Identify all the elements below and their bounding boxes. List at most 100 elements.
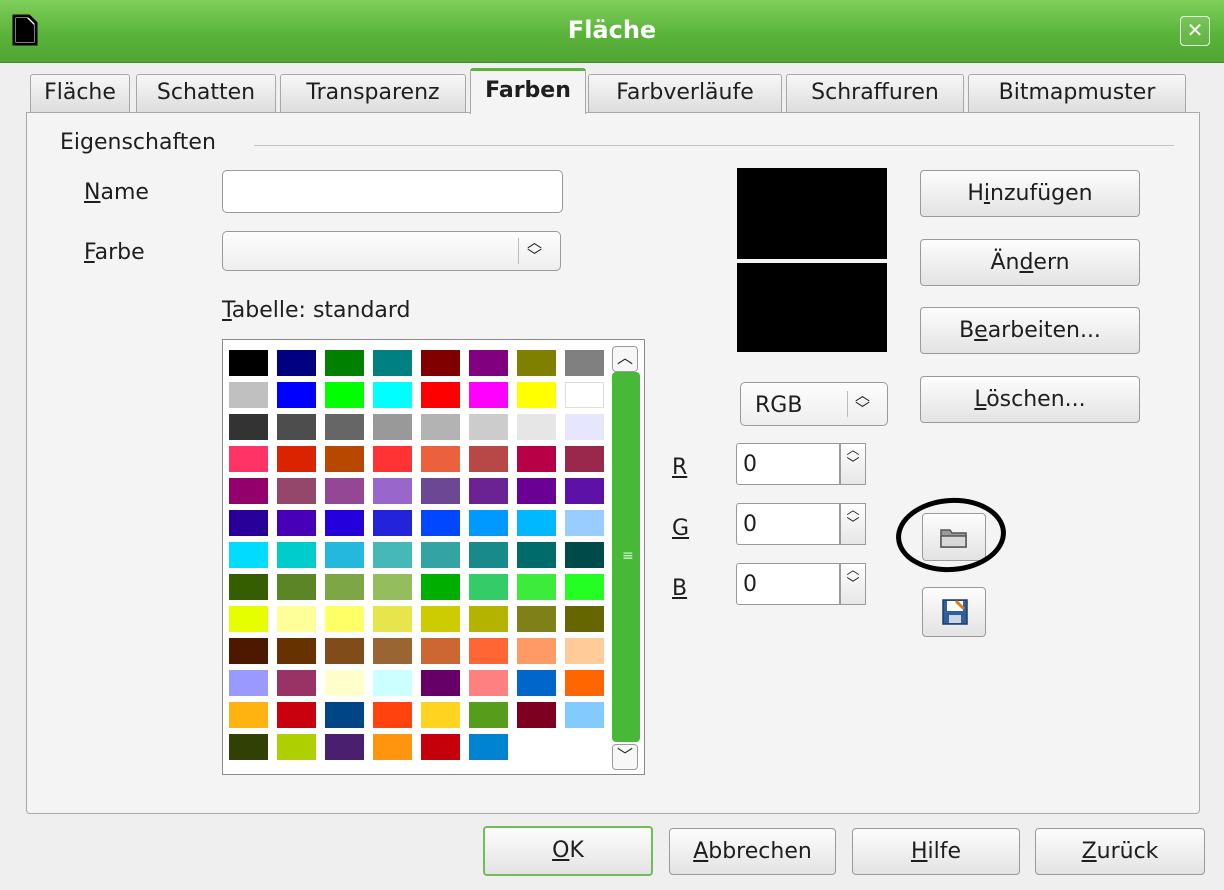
color-swatch[interactable] <box>421 510 460 536</box>
color-swatch[interactable] <box>565 446 604 472</box>
back-button[interactable]: Zurück <box>1035 828 1205 875</box>
ok-button[interactable]: OK <box>483 826 653 876</box>
name-input[interactable] <box>222 170 563 213</box>
color-swatch[interactable] <box>469 542 508 568</box>
color-swatch[interactable] <box>229 702 268 728</box>
color-swatch[interactable] <box>277 382 316 408</box>
color-swatch[interactable] <box>565 542 604 568</box>
color-swatch[interactable] <box>277 414 316 440</box>
color-swatch[interactable] <box>421 542 460 568</box>
scroll-up-icon[interactable]: ︿ <box>612 346 638 372</box>
color-swatch[interactable] <box>373 350 412 376</box>
modify-button[interactable]: Ändern <box>920 239 1140 286</box>
edit-button[interactable]: Bearbeiten... <box>920 307 1140 354</box>
color-swatch[interactable] <box>469 606 508 632</box>
color-swatch[interactable] <box>325 542 364 568</box>
color-swatch[interactable] <box>229 606 268 632</box>
delete-button[interactable]: Löschen... <box>920 376 1140 423</box>
color-swatch[interactable] <box>325 478 364 504</box>
color-swatch[interactable] <box>325 446 364 472</box>
color-swatch[interactable] <box>373 542 412 568</box>
color-swatch[interactable] <box>469 574 508 600</box>
save-color-table-button[interactable] <box>922 587 986 637</box>
color-swatch[interactable] <box>421 350 460 376</box>
color-swatch[interactable] <box>325 510 364 536</box>
color-swatch[interactable] <box>517 574 556 600</box>
color-swatch[interactable] <box>229 574 268 600</box>
tab-flaeche[interactable]: Fläche <box>30 74 130 112</box>
color-swatch[interactable] <box>517 350 556 376</box>
color-swatch[interactable] <box>229 734 268 760</box>
color-swatch[interactable] <box>277 478 316 504</box>
tab-bitmapmuster[interactable]: Bitmapmuster <box>968 74 1186 112</box>
color-swatch[interactable] <box>469 382 508 408</box>
color-swatch[interactable] <box>517 606 556 632</box>
color-swatch[interactable] <box>469 478 508 504</box>
color-swatch[interactable] <box>517 478 556 504</box>
color-swatch[interactable] <box>373 478 412 504</box>
color-palette[interactable] <box>222 339 645 775</box>
color-swatch[interactable] <box>373 510 412 536</box>
tab-schatten[interactable]: Schatten <box>136 74 276 112</box>
color-swatch[interactable] <box>373 574 412 600</box>
cancel-button[interactable]: Abbrechen <box>669 828 836 875</box>
color-swatch[interactable] <box>229 350 268 376</box>
color-swatch[interactable] <box>277 542 316 568</box>
color-model-select[interactable]: RGB ︿ ﹀ <box>740 382 888 426</box>
color-swatch[interactable] <box>565 670 604 696</box>
color-swatch[interactable] <box>517 542 556 568</box>
color-swatch[interactable] <box>373 638 412 664</box>
color-swatch[interactable] <box>421 382 460 408</box>
color-swatch[interactable] <box>325 702 364 728</box>
tab-farben[interactable]: Farben <box>470 68 586 114</box>
add-button[interactable]: Hinzufügen <box>920 170 1140 217</box>
color-swatch[interactable] <box>277 734 316 760</box>
tab-transparenz[interactable]: Transparenz <box>280 74 466 112</box>
color-swatch[interactable] <box>565 606 604 632</box>
color-swatch[interactable] <box>421 446 460 472</box>
color-swatch[interactable] <box>517 414 556 440</box>
b-spinner[interactable]: ︿ ﹀ <box>840 563 866 605</box>
r-field[interactable]: 0 <box>736 443 840 485</box>
color-swatch[interactable] <box>373 670 412 696</box>
color-swatch[interactable] <box>421 574 460 600</box>
color-swatch[interactable] <box>373 734 412 760</box>
color-swatch[interactable] <box>421 638 460 664</box>
help-button[interactable]: Hilfe <box>852 828 1020 875</box>
color-swatch[interactable] <box>469 702 508 728</box>
color-swatch[interactable] <box>373 606 412 632</box>
color-swatch[interactable] <box>565 478 604 504</box>
color-swatch[interactable] <box>469 510 508 536</box>
color-swatch[interactable] <box>229 638 268 664</box>
color-swatch[interactable] <box>373 702 412 728</box>
g-spinner[interactable]: ︿ ﹀ <box>840 503 866 545</box>
color-swatch[interactable] <box>469 446 508 472</box>
color-swatch[interactable] <box>565 382 604 408</box>
color-swatch[interactable] <box>469 350 508 376</box>
color-swatch[interactable] <box>517 382 556 408</box>
color-swatch[interactable] <box>565 414 604 440</box>
color-swatch[interactable] <box>565 510 604 536</box>
color-swatch[interactable] <box>325 414 364 440</box>
color-swatch[interactable] <box>277 606 316 632</box>
color-swatch[interactable] <box>277 510 316 536</box>
color-swatch[interactable] <box>277 446 316 472</box>
color-swatch[interactable] <box>229 510 268 536</box>
color-swatch[interactable] <box>517 638 556 664</box>
color-swatch[interactable] <box>325 574 364 600</box>
color-swatch[interactable] <box>517 702 556 728</box>
g-field[interactable]: 0 <box>736 503 840 545</box>
color-select[interactable]: ︿ ﹀ <box>222 231 561 271</box>
color-swatch[interactable] <box>565 702 604 728</box>
color-swatch[interactable] <box>517 510 556 536</box>
color-swatch[interactable] <box>229 446 268 472</box>
color-swatch[interactable] <box>421 478 460 504</box>
color-swatch[interactable] <box>565 350 604 376</box>
color-swatch[interactable] <box>469 734 508 760</box>
color-swatch[interactable] <box>325 350 364 376</box>
color-swatch[interactable] <box>277 350 316 376</box>
color-swatch[interactable] <box>565 638 604 664</box>
color-swatch[interactable] <box>469 670 508 696</box>
color-swatch[interactable] <box>517 670 556 696</box>
scroll-down-icon[interactable]: ﹀ <box>612 744 638 770</box>
